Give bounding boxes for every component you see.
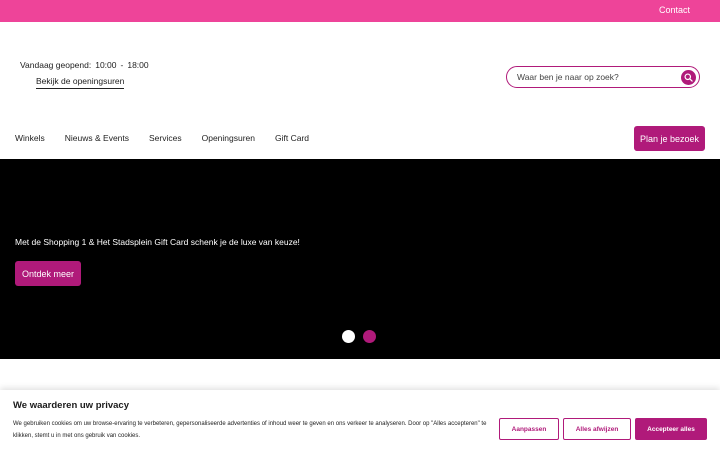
opening-hours: Vandaag geopend: 10:00 - 18:00	[20, 60, 149, 70]
top-bar: Contact	[0, 0, 720, 22]
plan-visit-button[interactable]: Plan je bezoek	[634, 126, 705, 151]
cookie-title: We waarderen uw privacy	[13, 400, 129, 411]
cookie-banner: We waarderen uw privacy We gebruiken coo…	[0, 390, 720, 450]
carousel-dots	[342, 330, 376, 343]
reject-all-button[interactable]: Alles afwijzen	[563, 418, 631, 440]
discover-more-button[interactable]: Ontdek meer	[15, 261, 81, 286]
search-bar	[506, 66, 700, 88]
nav-item-gift-card[interactable]: Gift Card	[275, 133, 309, 143]
search-button[interactable]	[681, 70, 696, 85]
search-input[interactable]	[517, 72, 677, 82]
cookie-text: We gebruiken cookies om uw browse-ervari…	[13, 421, 487, 439]
view-opening-hours-link[interactable]: Bekijk de openingsuren	[36, 76, 125, 89]
main-nav: Winkels Nieuws & Events Services Opening…	[15, 133, 329, 143]
hours-separator: -	[120, 60, 124, 70]
hero-text: Met de Shopping 1 & Het Stadsplein Gift …	[15, 237, 300, 247]
carousel-dot-1[interactable]	[342, 330, 355, 343]
nav-item-nieuws-events[interactable]: Nieuws & Events	[65, 133, 129, 143]
hero-banner: Met de Shopping 1 & Het Stadsplein Gift …	[0, 159, 720, 359]
hours-close: 18:00	[127, 60, 149, 70]
search-icon	[684, 73, 693, 82]
hours-open: 10:00	[95, 60, 117, 70]
nav-item-services[interactable]: Services	[149, 133, 182, 143]
customize-button[interactable]: Aanpassen	[499, 418, 559, 440]
nav-item-winkels[interactable]: Winkels	[15, 133, 45, 143]
nav-item-openingsuren[interactable]: Openingsuren	[202, 133, 255, 143]
hours-label: Vandaag geopend:	[20, 60, 92, 70]
accept-all-button[interactable]: Accepteer alles	[635, 418, 707, 440]
carousel-dot-2[interactable]	[363, 330, 376, 343]
contact-link[interactable]: Contact	[659, 5, 690, 15]
